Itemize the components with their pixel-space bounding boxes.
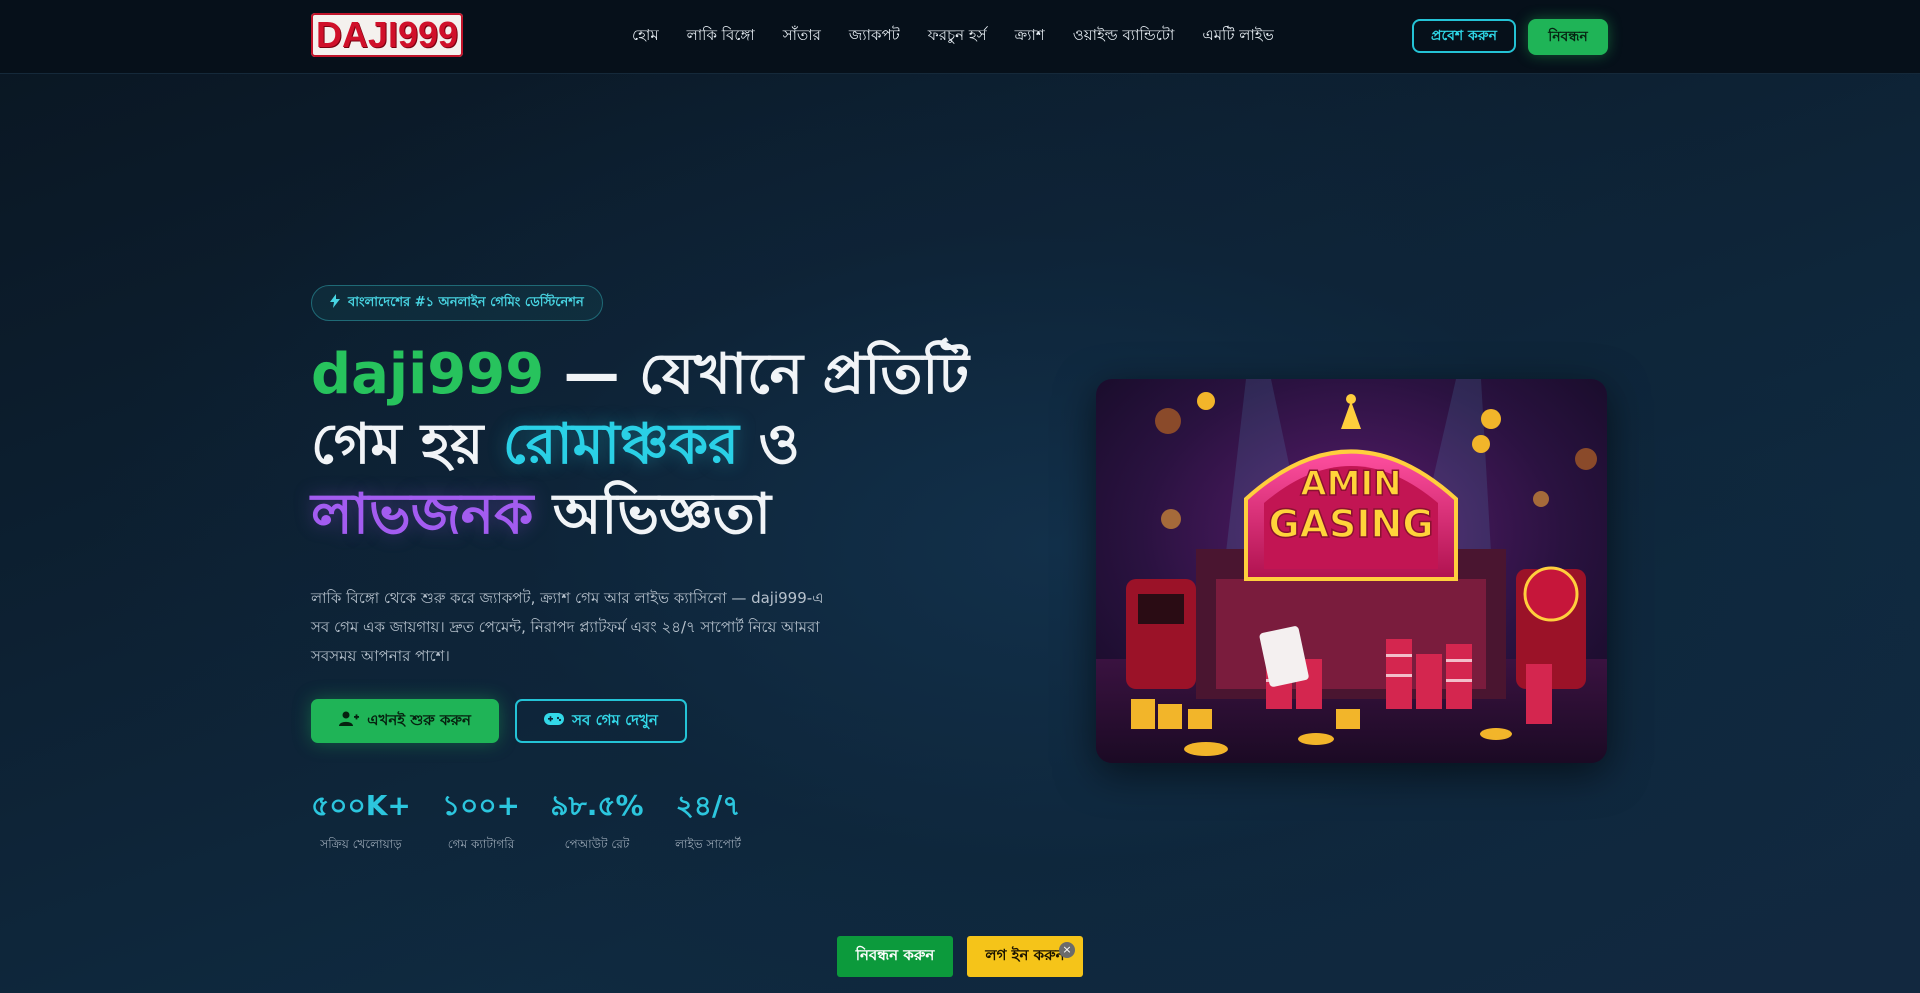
stat-value: ৯৮.৫% [550,789,644,822]
headline-part2: ও [738,412,800,477]
site-logo[interactable]: DAJI999 [311,13,463,57]
gamepad-icon [544,712,565,730]
sign-line2: GASING [1268,502,1433,546]
stat-live-support: ২৪/৭ লাইভ সাপোর্ট [673,786,743,856]
start-now-label: এখনই শুরু করুন [367,710,471,729]
stat-label: লাইভ সাপোর্ট [675,837,741,851]
hero-description: লাকি বিঙ্গো থেকে শুরু করে জ্যাকপট, ক্র্য… [311,589,824,665]
hero-casino-image: AMIN GASING [1096,379,1607,763]
view-all-games-button[interactable]: সব গেম দেখুন [515,699,687,743]
nav-item-wild-bandito[interactable]: ওয়াইল্ড ব্যান্ডিটো [1073,24,1175,49]
headline-part3: অভিজ্ঞতা [533,482,772,547]
headline-word-thrilling: রোমাঞ্চকর [502,412,739,477]
headline-word-profitable: লাভজনক [311,482,534,547]
user-plus-icon [339,711,360,731]
stat-value: ১০০+ [441,789,521,822]
main-nav: হোম লাকি বিঙ্গো সাঁতার জ্যাকপট ফরচুন হর্… [632,0,1274,73]
bolt-icon [330,294,340,312]
stat-label: গেম ক্যাটাগরি [447,837,515,851]
nav-item-fortune-horse[interactable]: ফরচুন হর্স [928,24,987,49]
hero-headline: daji999 — যেখানে প্রতিটি গেম হয় রোমাঞ্চ… [311,340,1031,550]
nav-item-home[interactable]: হোম [632,24,659,49]
stat-label: পেআউট রেট [564,837,630,851]
start-now-button[interactable]: এখনই শুরু করুন [311,699,499,743]
logo-text: DAJI999 [315,14,459,55]
headline-brand: daji999 [311,342,545,407]
view-all-games-label: সব গেম দেখুন [572,710,658,729]
close-icon[interactable]: × [1059,942,1075,958]
stat-payout-rate: ৯৮.৫% পেআউট রেট [548,786,646,856]
nav-item-crash[interactable]: ক্র্যাশ [1015,24,1045,49]
hero-badge-text: বাংলাদেশের #১ অনলাইন গেমিং ডেস্টিনেশন [348,294,584,310]
nav-item-lucky-bingo[interactable]: লাকি বিঙ্গো [687,24,755,49]
nav-item-jackpot[interactable]: জ্যাকপট [849,24,900,49]
site-header: DAJI999 হোম লাকি বিঙ্গো সাঁতার জ্যাকপট ফ… [0,0,1920,74]
stat-label: সক্রিয় খেলোয়াড় [320,837,402,851]
nav-item-mt-live[interactable]: এমটি লাইভ [1202,24,1273,49]
bottom-register-button[interactable]: নিবন্ধন করুন [837,936,953,977]
hero-badge: বাংলাদেশের #১ অনলাইন গেমিং ডেস্টিনেশন [311,285,603,321]
sign-line1: AMIN [1300,464,1401,504]
stat-value: ৫০০K+ [311,789,411,822]
stat-value: ২৪/৭ [675,789,741,822]
header-register-button[interactable]: নিবন্ধন [1528,19,1608,55]
nav-item-swimming[interactable]: সাঁতার [783,24,821,49]
header-login-button[interactable]: প্রবেশ করুন [1412,19,1516,53]
stat-active-players: ৫০০K+ সক্রিয় খেলোয়াড় [311,786,411,856]
stat-game-categories: ১০০+ গেম ক্যাটাগরি [441,786,521,856]
